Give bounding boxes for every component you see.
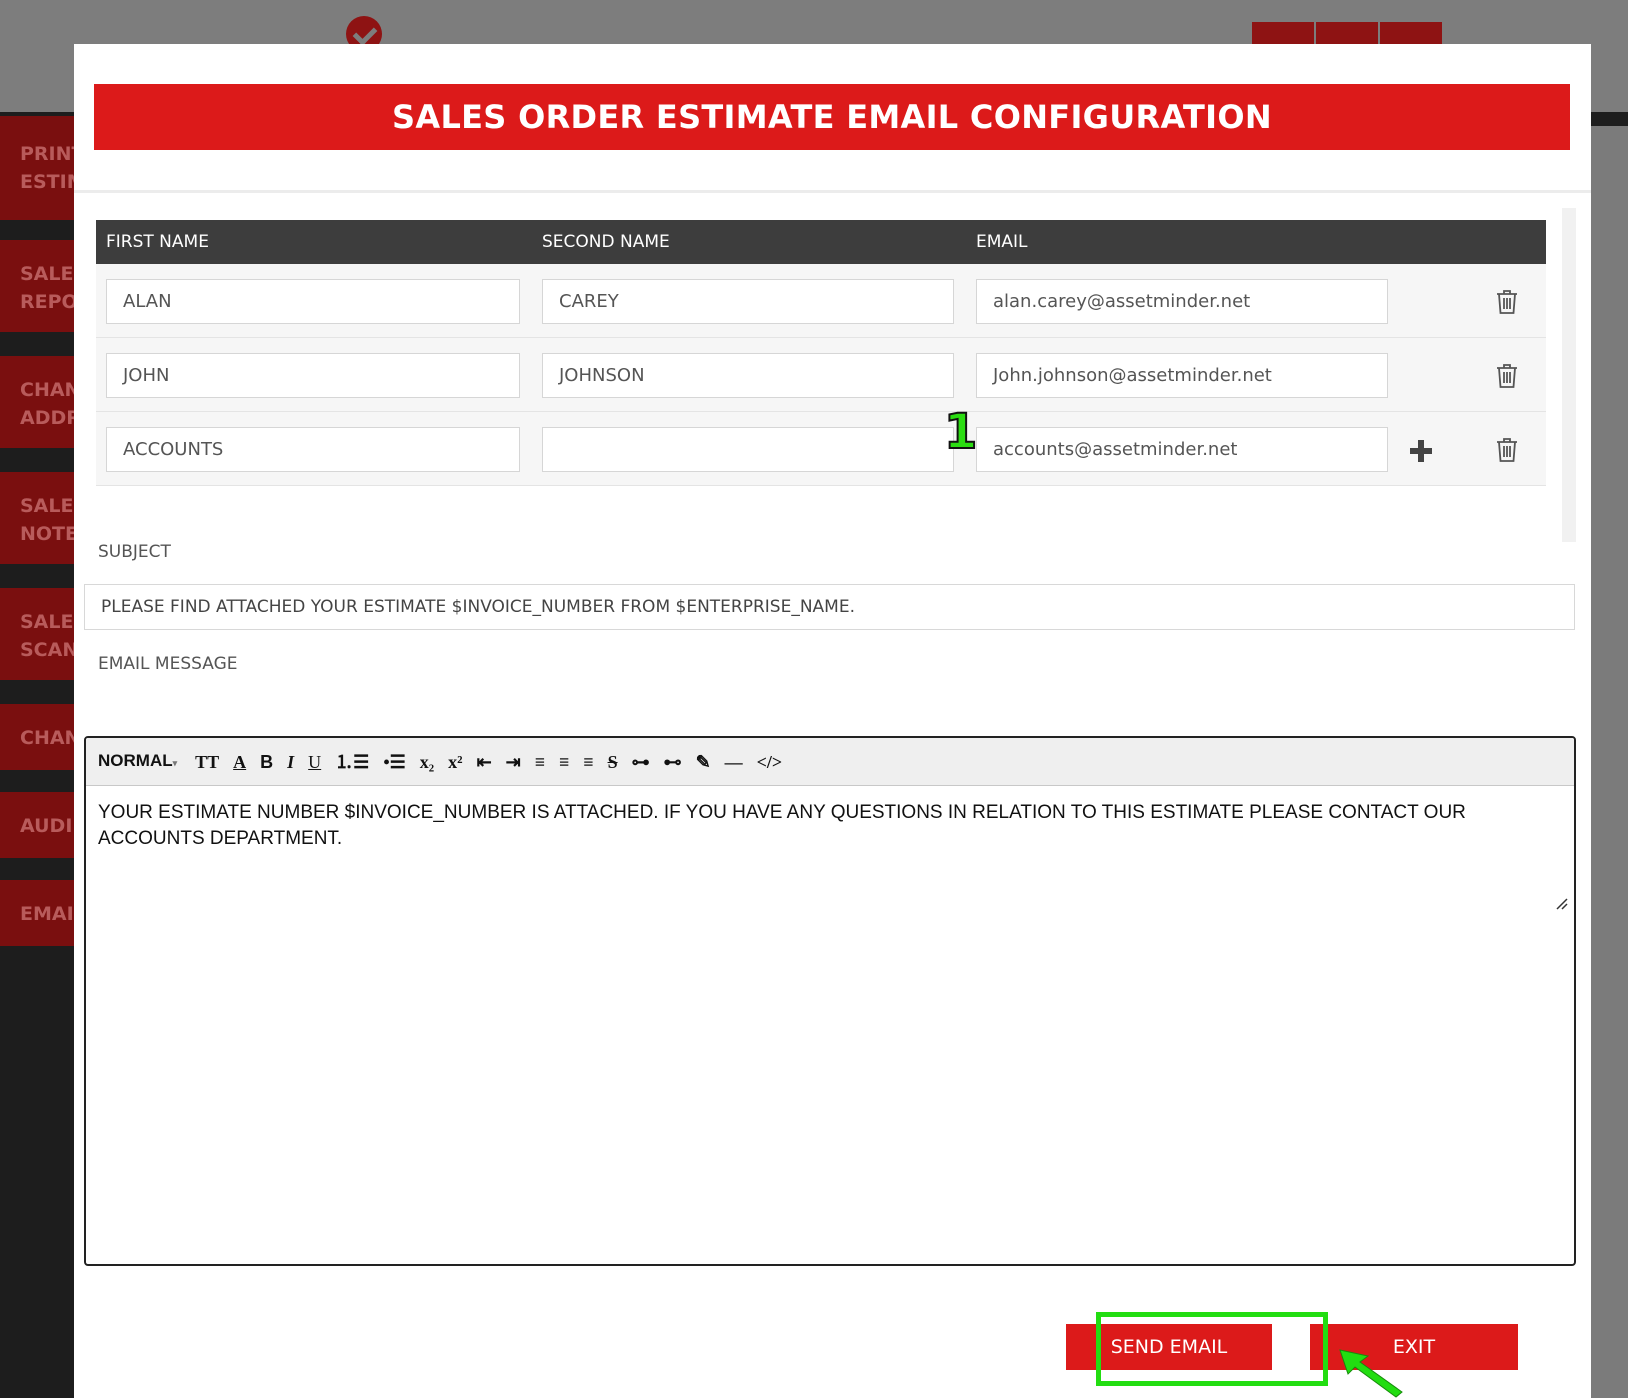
ordered-list-icon[interactable]: ⒈☰ [335,752,369,772]
sidebar-item-change[interactable]: CHAN [0,704,80,770]
first-name-input[interactable]: JOHN [106,353,520,398]
second-name-input[interactable] [542,427,954,472]
bold-icon[interactable]: B [260,752,273,772]
sidebar-item-sales-scan[interactable]: SALES SCAN [0,588,80,680]
resize-handle-icon[interactable] [1554,896,1568,910]
arrow-icon [1339,1349,1403,1398]
strikethrough-icon[interactable]: S [608,752,618,772]
table-row: ACCOUNTS accounts@assetminder.net [96,412,1546,486]
trash-icon[interactable] [1496,364,1518,388]
first-name-input[interactable]: ACCOUNTS [106,427,520,472]
sidebar-item-audit[interactable]: AUDI [0,792,80,858]
recipients-table: FIRST NAME SECOND NAME EMAIL ALAN CAREY … [96,220,1546,496]
email-input[interactable]: alan.carey@assetminder.net [976,279,1388,324]
outdent-icon[interactable]: ⇤ [477,752,492,772]
email-message-body[interactable]: YOUR ESTIMATE NUMBER $INVOICE_NUMBER IS … [98,800,1558,852]
column-header-first-name: FIRST NAME [106,232,209,252]
superscript-icon[interactable]: x² [448,752,462,772]
trash-icon[interactable] [1496,290,1518,314]
sidebar-item-sales-report[interactable]: SALES REPO [0,240,80,332]
subject-input[interactable]: PLEASE FIND ATTACHED YOUR ESTIMATE $INVO… [84,584,1575,630]
unordered-list-icon[interactable]: •☰ [383,752,405,772]
trash-icon[interactable] [1496,438,1518,462]
font-size-icon[interactable]: TT [195,752,219,772]
unlink-icon[interactable]: ⊷ [664,752,682,772]
annotation-marker: 1 [943,403,978,461]
email-input[interactable]: accounts@assetminder.net [976,427,1388,472]
email-message-label: EMAIL MESSAGE [98,654,238,674]
align-left-icon[interactable]: ≡ [535,752,545,772]
italic-icon[interactable]: I [287,752,294,772]
table-row: JOHN JOHNSON John.johnson@assetminder.ne… [96,338,1546,412]
underline-icon[interactable]: U [308,752,321,772]
divider [74,190,1591,193]
background-bar [1590,112,1628,126]
scrollbar[interactable] [1562,208,1576,542]
modal-title: SALES ORDER ESTIMATE EMAIL CONFIGURATION [94,84,1570,150]
background-sidebar: PRINT ESTIM SALES REPO CHAN ADDR SALES N… [0,112,80,1398]
sidebar-item-sales-notes[interactable]: SALES NOTE [0,472,80,564]
sidebar-item-print-estimate[interactable]: PRINT ESTIM [0,116,80,220]
align-right-icon[interactable]: ≡ [583,752,593,772]
first-name-input[interactable]: ALAN [106,279,520,324]
code-icon[interactable]: </> [757,752,783,772]
sidebar-item-email[interactable]: EMAI [0,880,80,946]
table-header: FIRST NAME SECOND NAME EMAIL [96,220,1546,264]
email-config-modal: SALES ORDER ESTIMATE EMAIL CONFIGURATION… [74,44,1591,1398]
indent-icon[interactable]: ⇥ [506,752,521,772]
email-message-editor: NORMAL▾ TT A B I U ⒈☰ •☰ x₂ x² ⇤ ⇥ ≡ ≡ ≡… [84,736,1576,1266]
format-dropdown[interactable]: NORMAL▾ [98,751,177,773]
second-name-input[interactable]: CAREY [542,279,954,324]
eraser-icon[interactable]: ✎ [696,752,711,772]
email-input[interactable]: John.johnson@assetminder.net [976,353,1388,398]
subscript-icon[interactable]: x₂ [420,752,434,772]
font-color-icon[interactable]: A [233,752,246,772]
table-row: ALAN CAREY alan.carey@assetminder.net [96,264,1546,338]
horizontal-rule-icon[interactable]: — [725,752,743,772]
editor-toolbar: NORMAL▾ TT A B I U ⒈☰ •☰ x₂ x² ⇤ ⇥ ≡ ≡ ≡… [86,738,1574,786]
align-center-icon[interactable]: ≡ [559,752,569,772]
link-icon[interactable]: ⊶ [632,752,650,772]
highlight-box [1096,1312,1328,1386]
sidebar-item-change-address[interactable]: CHAN ADDR [0,356,80,448]
subject-label: SUBJECT [98,542,171,562]
add-recipient-icon[interactable] [1410,440,1432,462]
second-name-input[interactable]: JOHNSON [542,353,954,398]
column-header-email: EMAIL [976,232,1028,252]
format-dropdown-label: NORMAL [98,750,173,770]
column-header-second-name: SECOND NAME [542,232,670,252]
